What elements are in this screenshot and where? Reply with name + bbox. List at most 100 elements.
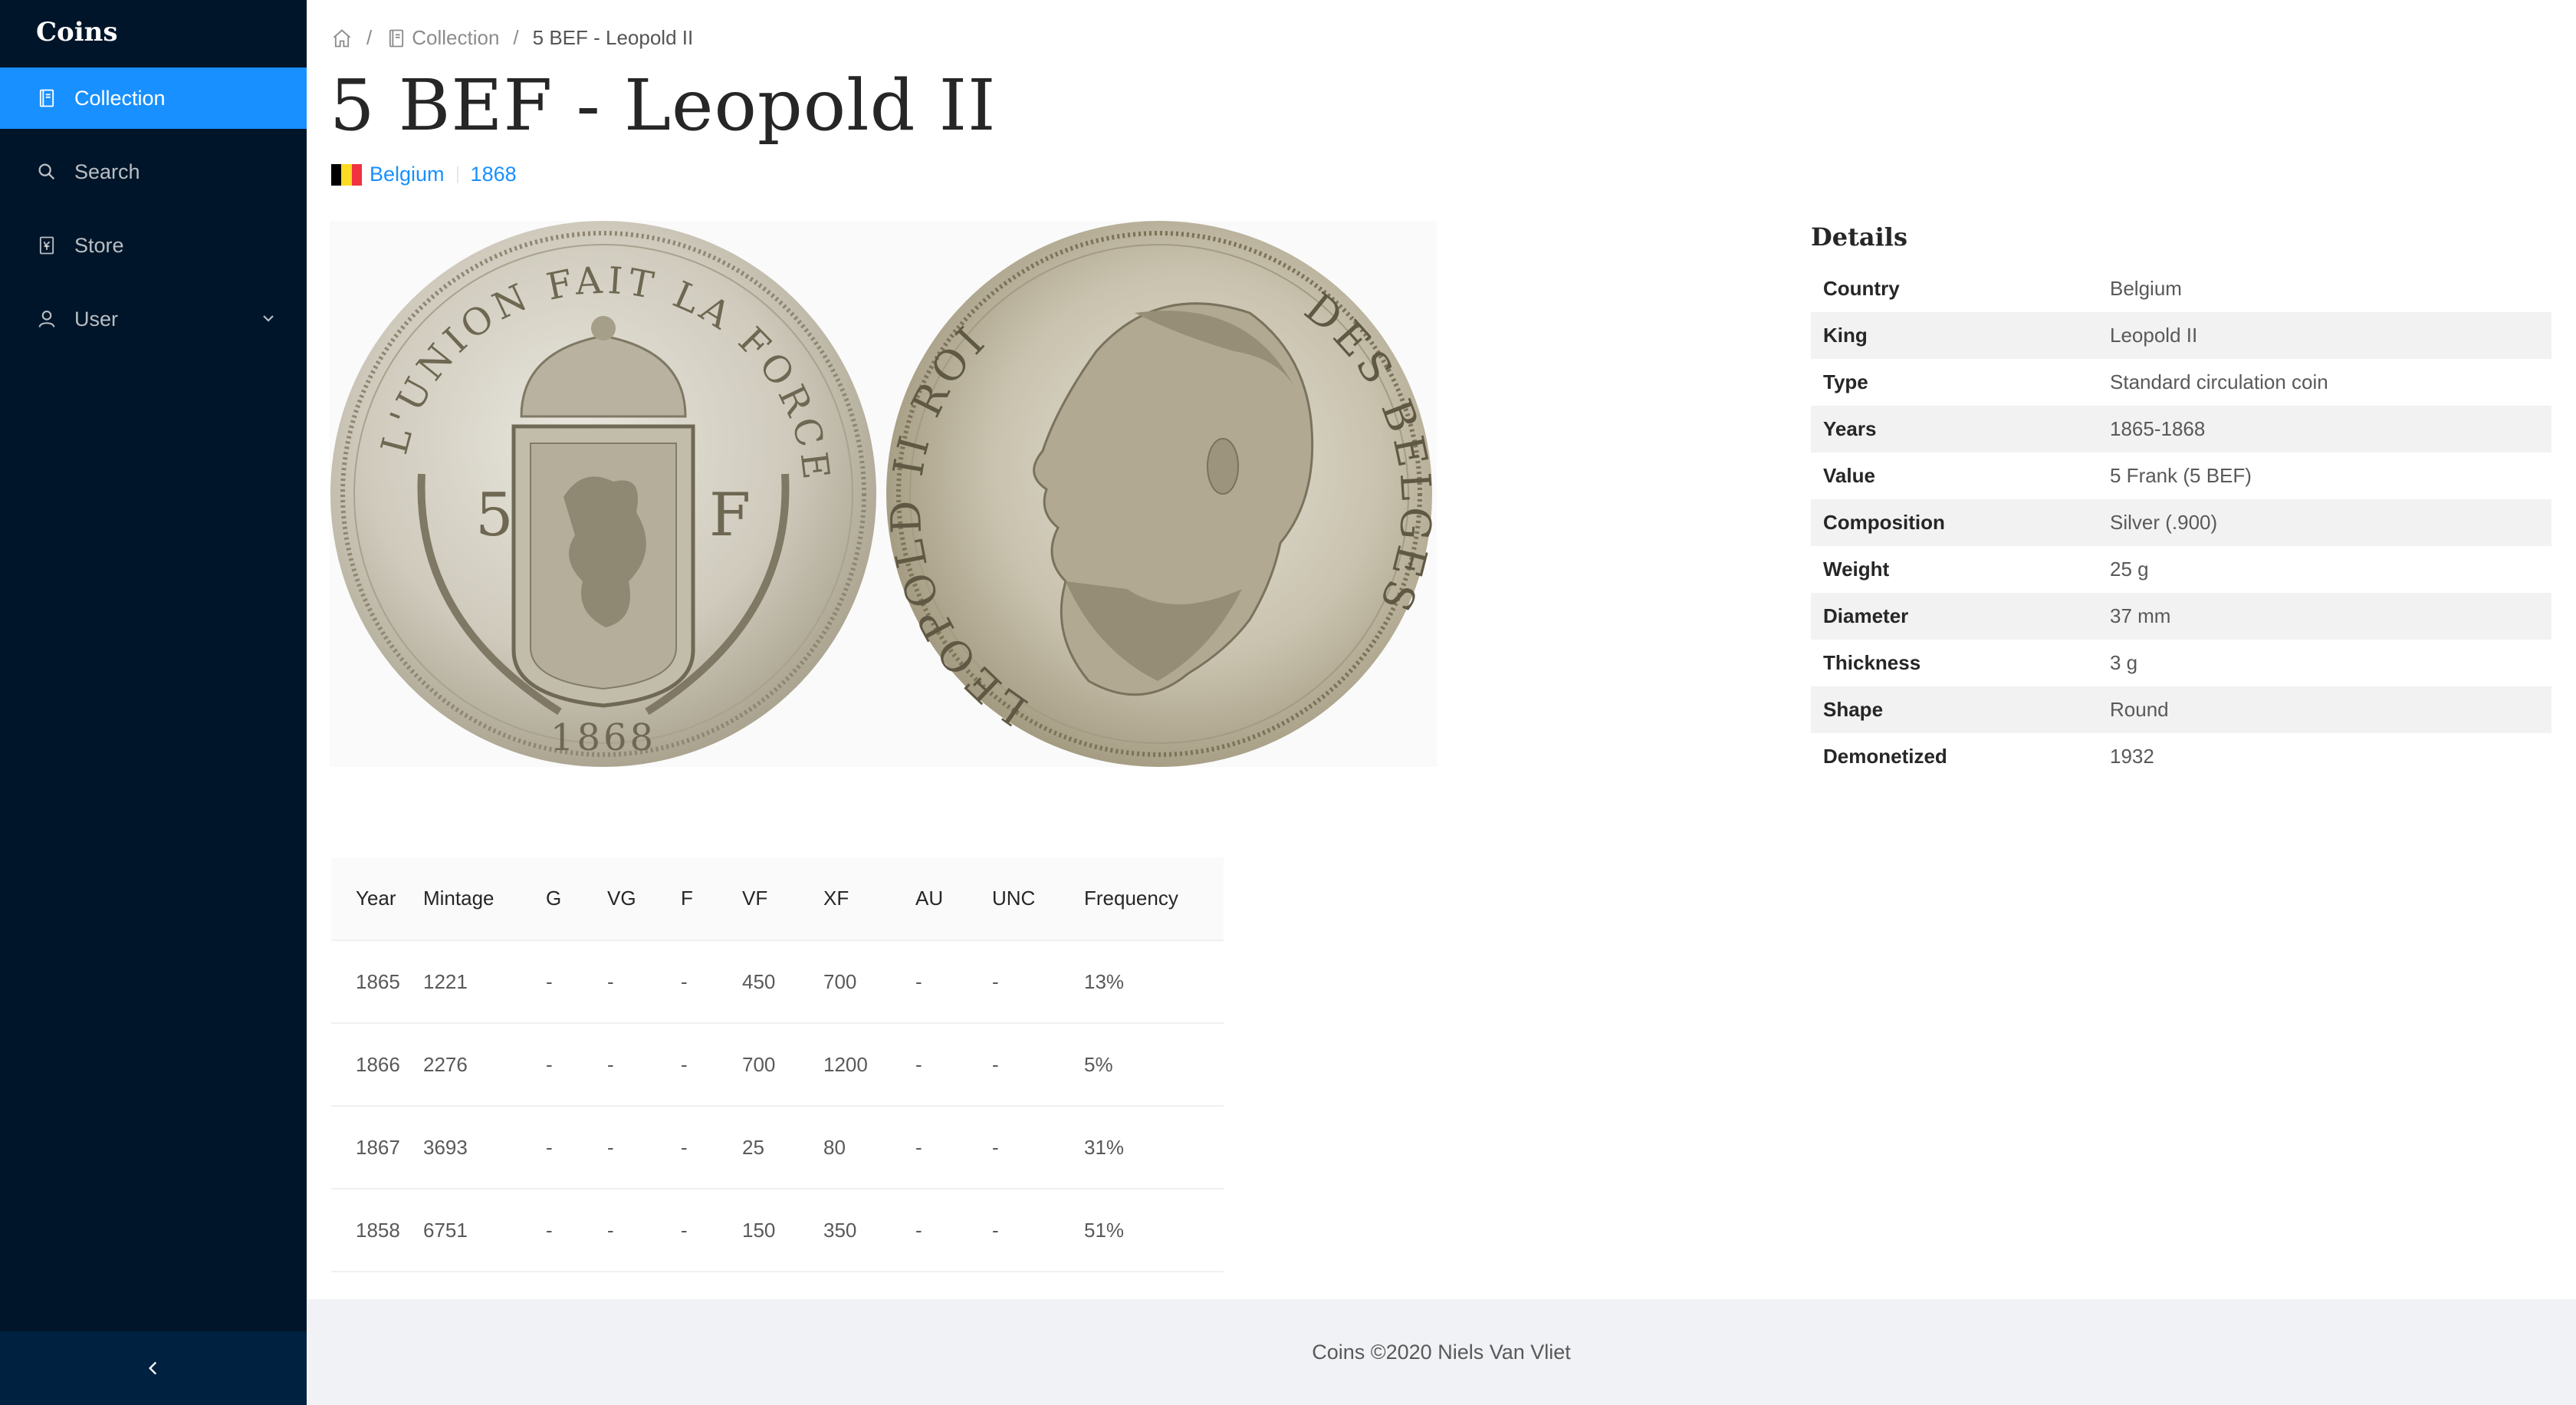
table-cell: - (915, 1189, 992, 1272)
breadcrumb-home[interactable] (331, 28, 353, 49)
coin-reverse: LEOPOLD II ROI DES BELGES (881, 221, 1436, 767)
search-icon (36, 161, 58, 183)
details-row: Shape Round (1811, 686, 2551, 733)
details-key: Shape (1823, 698, 1884, 721)
details-key: Country (1823, 277, 1900, 300)
table-cell: - (992, 1106, 1084, 1189)
table-cell: - (607, 1023, 681, 1107)
belgium-flag-icon (331, 163, 362, 186)
details-row: Diameter 37 mm (1811, 593, 2551, 640)
details-row: Country Belgium (1811, 265, 2551, 312)
details-value: Belgium (2110, 277, 2182, 300)
home-icon (333, 28, 351, 47)
breadcrumb-separator: / (366, 26, 373, 49)
sidebar-item-user[interactable]: User (0, 288, 307, 350)
meta-divider (456, 166, 458, 183)
country-link[interactable]: Belgium (370, 163, 445, 186)
book-icon (386, 28, 407, 49)
table-cell: - (546, 940, 607, 1024)
coin-images: L'UNION FAIT LA FORCE 5 F 1868 LEOPOLD I… (330, 221, 1437, 767)
breadcrumb-collection-label: Collection (412, 26, 500, 49)
details-value: 1865-1868 (2110, 417, 2206, 440)
column-header[interactable]: Frequency (1084, 857, 1224, 941)
coin-obverse: L'UNION FAIT LA FORCE 5 F 1868 (330, 221, 876, 767)
column-header[interactable]: UNC (992, 857, 1084, 941)
table-cell: - (607, 1189, 681, 1272)
details-panel: Details Country Belgium King Leopold II Type… (1811, 222, 2551, 780)
coin-meta: Belgium 1868 (331, 163, 517, 186)
details-value: 25 g (2110, 558, 2149, 581)
breadcrumb-current: 5 BEF - Leopold II (532, 26, 694, 49)
table-cell: 1221 (423, 940, 546, 1024)
coin-photo: L'UNION FAIT LA FORCE 5 F 1868 LEOPOLD I… (330, 221, 1436, 767)
user-icon (36, 308, 58, 330)
sidebar-item-collection[interactable]: Collection (0, 67, 307, 129)
breadcrumb-collection[interactable]: Collection (386, 26, 499, 50)
table-header-row: Year Mintage G VG F VF XF AU UNC Frequency (331, 857, 1224, 941)
brand-logo[interactable]: Coins (0, 0, 307, 64)
details-key: King (1823, 324, 1868, 347)
year-link[interactable]: 1868 (471, 163, 517, 186)
details-key: Diameter (1823, 604, 1909, 627)
table-cell: - (681, 1023, 742, 1107)
sidebar: Coins Collection Search Store User (0, 0, 307, 1405)
table-cell: - (607, 940, 681, 1024)
column-header[interactable]: F (681, 857, 742, 941)
column-header[interactable]: Year (331, 857, 423, 941)
table-cell: - (607, 1106, 681, 1189)
column-header[interactable]: G (546, 857, 607, 941)
details-row: Type Standard circulation coin (1811, 359, 2551, 406)
table-cell: - (915, 1023, 992, 1107)
details-row: King Leopold II (1811, 312, 2551, 359)
details-key: Type (1823, 370, 1868, 393)
table-cell: 6751 (423, 1189, 546, 1272)
table-cell: 3693 (423, 1106, 546, 1189)
footer: Coins ©2020 Niels Van Vliet (307, 1299, 2576, 1405)
details-value: Silver (.900) (2110, 511, 2218, 534)
sidebar-item-label: Collection (74, 86, 166, 110)
details-key: Value (1823, 464, 1875, 487)
details-value: 3 g (2110, 651, 2138, 674)
table-cell: - (546, 1023, 607, 1107)
details-key: Thickness (1823, 651, 1921, 674)
table-cell: 2276 (423, 1023, 546, 1107)
table-cell: 1866 (331, 1023, 423, 1107)
sidebar-collapse-button[interactable] (0, 1331, 307, 1405)
table-cell: 1200 (823, 1023, 915, 1107)
sidebar-item-store[interactable]: Store (0, 215, 307, 276)
column-header[interactable]: VF (742, 857, 823, 941)
table-cell: 350 (823, 1189, 915, 1272)
table-cell: - (992, 940, 1084, 1024)
sidebar-item-label: Store (74, 233, 124, 257)
table-cell: 80 (823, 1106, 915, 1189)
table-cell: 700 (742, 1023, 823, 1107)
table-cell: - (992, 1023, 1084, 1107)
table-row: 1858 6751- - -150 350- -51% (331, 1189, 1224, 1272)
column-header[interactable]: VG (607, 857, 681, 941)
table-cell: - (992, 1189, 1084, 1272)
mintage-table: Year Mintage G VG F VF XF AU UNC Frequency 1865 12… (331, 857, 1224, 1272)
table-cell: 25 (742, 1106, 823, 1189)
sidebar-menu: Collection Search Store User (0, 67, 307, 350)
column-header[interactable]: XF (823, 857, 915, 941)
details-value: Standard circulation coin (2110, 370, 2328, 393)
column-header[interactable]: AU (915, 857, 992, 941)
table-cell: 31% (1084, 1106, 1224, 1189)
details-key: Demonetized (1823, 745, 1947, 768)
sidebar-item-label: User (74, 307, 119, 331)
breadcrumb: / Collection / 5 BEF - Leopold II (331, 26, 693, 50)
details-value: Round (2110, 698, 2169, 721)
main-content: / Collection / 5 BEF - Leopold II 5 BEF … (307, 0, 2576, 1299)
table-cell: - (546, 1189, 607, 1272)
svg-text:5: 5 (475, 481, 514, 550)
sidebar-item-search[interactable]: Search (0, 141, 307, 202)
details-value: 5 Frank (5 BEF) (2110, 464, 2252, 487)
details-key: Composition (1823, 511, 1945, 534)
table-row: 1865 1221- - -450 700- -13% (331, 940, 1224, 1024)
footer-text: Coins ©2020 Niels Van Vliet (1312, 1340, 1571, 1364)
table-cell: - (681, 1189, 742, 1272)
chevron-down-icon[interactable] (259, 309, 278, 327)
details-key: Weight (1823, 558, 1890, 581)
table-cell: - (681, 1106, 742, 1189)
column-header[interactable]: Mintage (423, 857, 546, 941)
